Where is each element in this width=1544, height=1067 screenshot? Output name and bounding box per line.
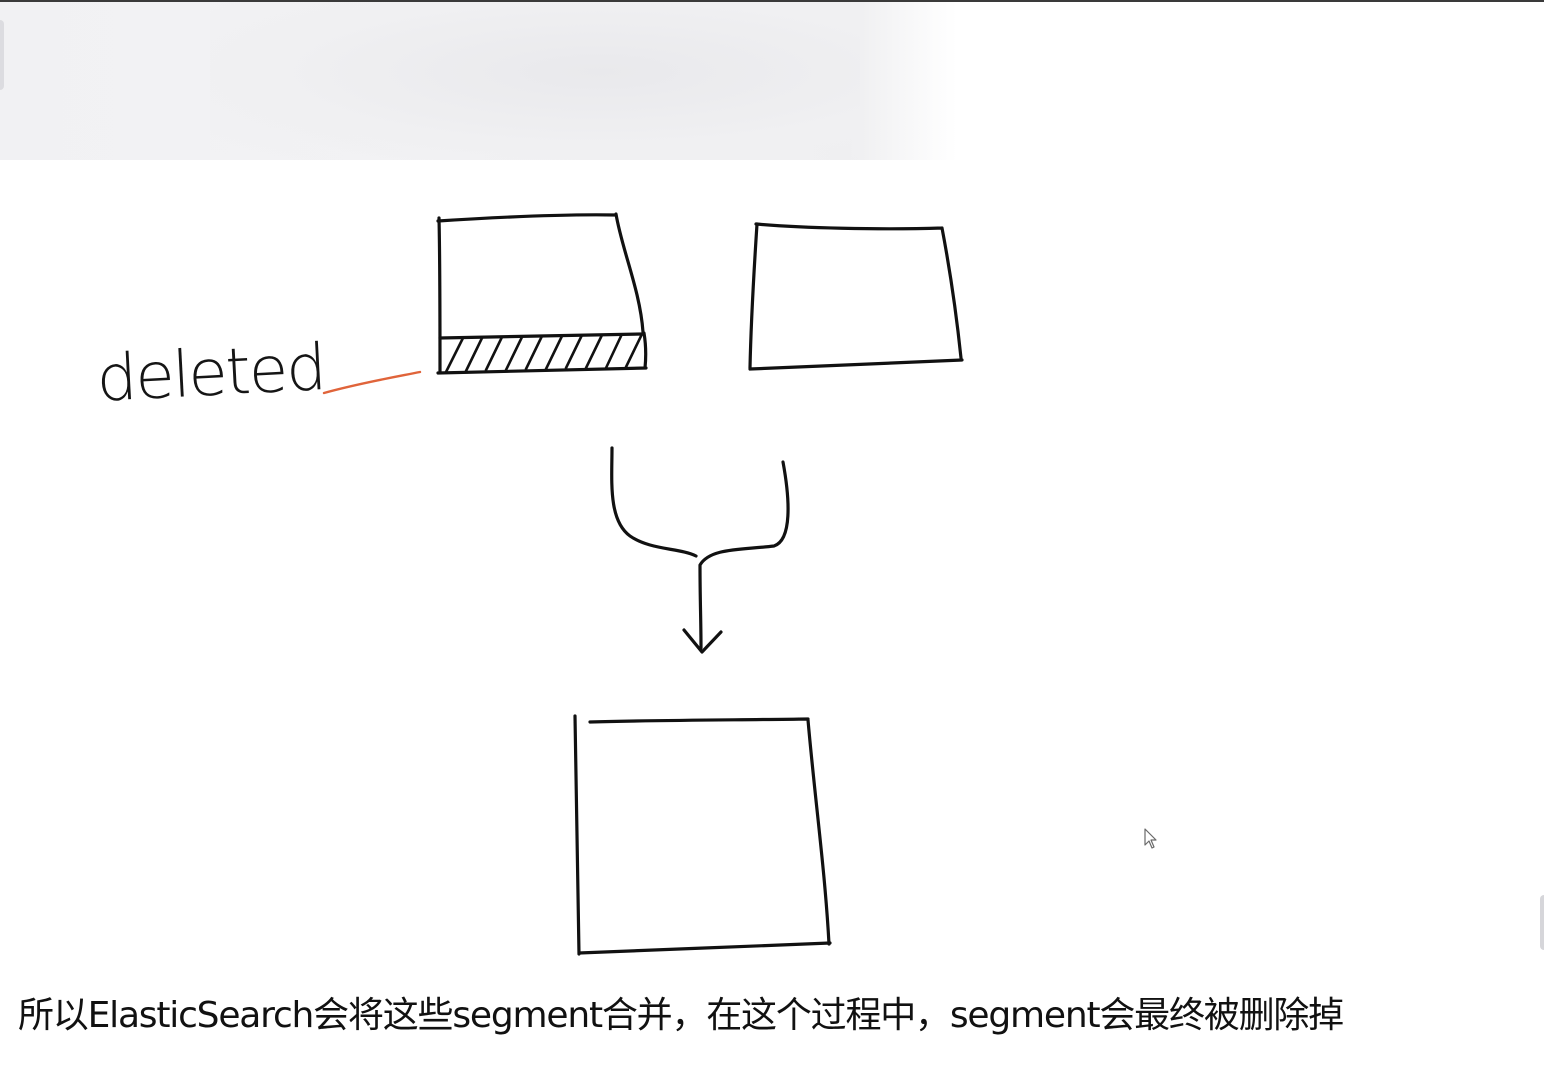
deleted-leader-line (322, 370, 422, 395)
deleted-hatch (444, 334, 644, 374)
mouse-pointer-icon (1144, 828, 1157, 849)
subtitle-caption: 所以ElasticSearch会将这些segment合并，在这个过程中，segm… (18, 995, 1344, 1036)
video-frame: deleted 所以ElasticSearch会将这些segment合并，在这个… (0, 0, 1544, 1067)
merge-arrow-shaft (610, 446, 790, 650)
merge-diagram (322, 212, 964, 956)
segment-box-right (748, 222, 964, 371)
merged-segment-box (573, 714, 832, 956)
deleted-label: deleted (94, 331, 327, 417)
